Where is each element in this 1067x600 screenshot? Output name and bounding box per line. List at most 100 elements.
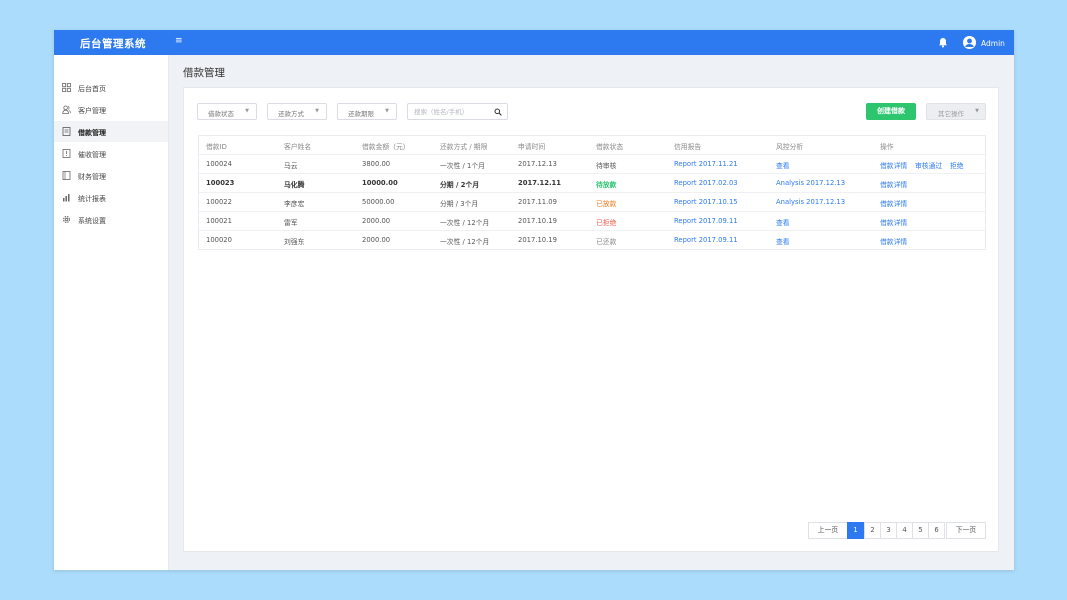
column-header: 风控分析: [776, 143, 804, 151]
method-filter-dropdown[interactable]: 还款方式 ▼: [267, 103, 327, 120]
loan-details-link[interactable]: 借款详情: [880, 160, 907, 170]
table-row: 100022 李彦宏 50000.00 分期 / 3个月 2017.11.09 …: [199, 192, 985, 211]
app-window: 后台管理系统 ≡ Admin 后台首页 客户管理 借款管理 催收管理 财务管理 …: [54, 30, 1014, 570]
column-header: 借款ID: [206, 143, 227, 151]
page-button-6[interactable]: 6: [928, 522, 945, 539]
credit-report-link[interactable]: Report 2017.11.21: [674, 160, 738, 168]
chevron-down-icon: ▼: [245, 108, 249, 114]
sidebar-item-label: 统计报表: [78, 194, 106, 203]
dropdown-label: 还款方式: [278, 110, 304, 118]
loan-details-link[interactable]: 借款详情: [880, 217, 907, 227]
customer-name: 马化腾: [284, 181, 305, 189]
loan-details-link[interactable]: 借款详情: [880, 236, 907, 246]
status-badge: 已拒绝: [596, 219, 617, 227]
dropdown-label: 其它操作: [938, 110, 964, 118]
app-title: 后台管理系统: [80, 38, 146, 50]
column-header: 借款状态: [596, 143, 624, 151]
column-header: 客户姓名: [284, 143, 312, 151]
page-button-3[interactable]: 3: [880, 522, 897, 539]
status-badge: 已放款: [596, 200, 617, 208]
credit-report-link[interactable]: Report 2017.02.03: [674, 179, 738, 187]
content-card: 借款状态 ▼ 还款方式 ▼ 还款期限 ▼ 创建借款 其它操作: [183, 87, 999, 552]
users-icon: [62, 105, 71, 114]
loan-amount: 2000.00: [362, 236, 391, 244]
reject-link[interactable]: 拒绝: [950, 160, 964, 170]
menu-icon[interactable]: ≡: [175, 36, 183, 46]
loan-details-link[interactable]: 借款详情: [880, 179, 907, 189]
sidebar: 后台首页 客户管理 借款管理 催收管理 财务管理 统计报表 系统设置: [54, 55, 169, 570]
page-button-5[interactable]: 5: [912, 522, 929, 539]
other-actions-dropdown[interactable]: 其它操作 ▼: [926, 103, 986, 120]
repayment-method: 一次性 / 12个月: [440, 238, 490, 246]
search-input[interactable]: [414, 106, 492, 118]
sidebar-item-label: 催收管理: [78, 150, 106, 159]
apply-date: 2017.11.09: [518, 198, 557, 206]
loan-id: 100024: [206, 160, 232, 168]
credit-report-link[interactable]: Report 2017.09.11: [674, 217, 738, 225]
repayment-method: 分期 / 2个月: [440, 181, 480, 189]
create-loan-button[interactable]: 创建借款: [866, 103, 916, 120]
approve-link[interactable]: 审核通过: [915, 160, 942, 170]
search-icon[interactable]: [494, 108, 502, 116]
sidebar-item-loans[interactable]: 借款管理: [54, 121, 168, 142]
status-filter-dropdown[interactable]: 借款状态 ▼: [197, 103, 257, 120]
sidebar-item-finance[interactable]: 财务管理: [54, 165, 168, 186]
avatar[interactable]: [963, 36, 976, 49]
sidebar-item-customers[interactable]: 客户管理: [54, 99, 168, 120]
table-row: 100023 马化腾 10000.00 分期 / 2个月 2017.12.11 …: [199, 173, 985, 192]
table-row: 100021 雷军 2000.00 一次性 / 12个月 2017.10.19 …: [199, 211, 985, 230]
repayment-method: 一次性 / 12个月: [440, 219, 490, 227]
search-box: [407, 103, 508, 120]
table-header: 借款ID 客户姓名 借款金额（元） 还款方式 / 期限 申请时间 借款状态 信用…: [199, 136, 985, 154]
customer-name: 雷军: [284, 219, 298, 227]
dropdown-label: 借款状态: [208, 110, 234, 118]
customer-name: 马云: [284, 162, 298, 170]
sidebar-item-label: 后台首页: [78, 84, 106, 93]
term-filter-dropdown[interactable]: 还款期限 ▼: [337, 103, 397, 120]
status-badge: 待审核: [596, 162, 617, 170]
chevron-down-icon: ▼: [975, 108, 979, 114]
next-page-button[interactable]: 下一页: [946, 522, 986, 539]
chevron-down-icon: ▼: [385, 108, 389, 114]
loans-table: 借款ID 客户姓名 借款金额（元） 还款方式 / 期限 申请时间 借款状态 信用…: [198, 135, 986, 250]
loan-id: 100021: [206, 217, 232, 225]
main-content: 借款管理 借款状态 ▼ 还款方式 ▼ 还款期限 ▼ 创建借款: [169, 55, 1014, 570]
loan-details-link[interactable]: 借款详情: [880, 198, 907, 208]
column-header: 借款金额（元）: [362, 143, 410, 151]
risk-analysis-link[interactable]: 查看: [776, 160, 790, 170]
chevron-down-icon: ▼: [315, 108, 319, 114]
prev-page-button[interactable]: 上一页: [808, 522, 848, 539]
column-header: 申请时间: [518, 143, 546, 151]
risk-analysis-link[interactable]: 查看: [776, 236, 790, 246]
sidebar-item-collection[interactable]: 催收管理: [54, 143, 168, 164]
credit-report-link[interactable]: Report 2017.10.15: [674, 198, 738, 206]
loan-amount: 50000.00: [362, 198, 395, 206]
table-row: 100024 马云 3800.00 一次性 / 1个月 2017.12.13 待…: [199, 154, 985, 173]
bell-icon[interactable]: [938, 37, 948, 48]
apply-date: 2017.12.13: [518, 160, 557, 168]
user-name[interactable]: Admin: [981, 39, 1005, 48]
apply-date: 2017.10.19: [518, 217, 557, 225]
risk-analysis-link[interactable]: Analysis 2017.12.13: [776, 198, 845, 206]
sidebar-item-home[interactable]: 后台首页: [54, 77, 168, 98]
document-icon: [62, 127, 71, 136]
column-header: 信用报告: [674, 143, 702, 151]
user-icon: [963, 36, 976, 49]
sidebar-item-settings[interactable]: 系统设置: [54, 209, 168, 230]
page-button-1[interactable]: 1: [847, 522, 864, 539]
sidebar-item-reports[interactable]: 统计报表: [54, 187, 168, 208]
credit-report-link[interactable]: Report 2017.09.11: [674, 236, 738, 244]
gear-icon: [62, 215, 71, 224]
loan-amount: 10000.00: [362, 179, 398, 187]
risk-analysis-link[interactable]: Analysis 2017.12.13: [776, 179, 845, 187]
page-button-4[interactable]: 4: [896, 522, 913, 539]
page-button-2[interactable]: 2: [864, 522, 881, 539]
sidebar-item-label: 系统设置: [78, 216, 106, 225]
sidebar-item-label: 客户管理: [78, 106, 106, 115]
table-row: 100020 刘强东 2000.00 一次性 / 12个月 2017.10.19…: [199, 230, 985, 249]
bar-chart-icon: [63, 194, 70, 202]
page-title: 借款管理: [183, 67, 225, 79]
risk-analysis-link[interactable]: 查看: [776, 217, 790, 227]
loan-id: 100020: [206, 236, 232, 244]
grid-icon: [62, 83, 71, 92]
